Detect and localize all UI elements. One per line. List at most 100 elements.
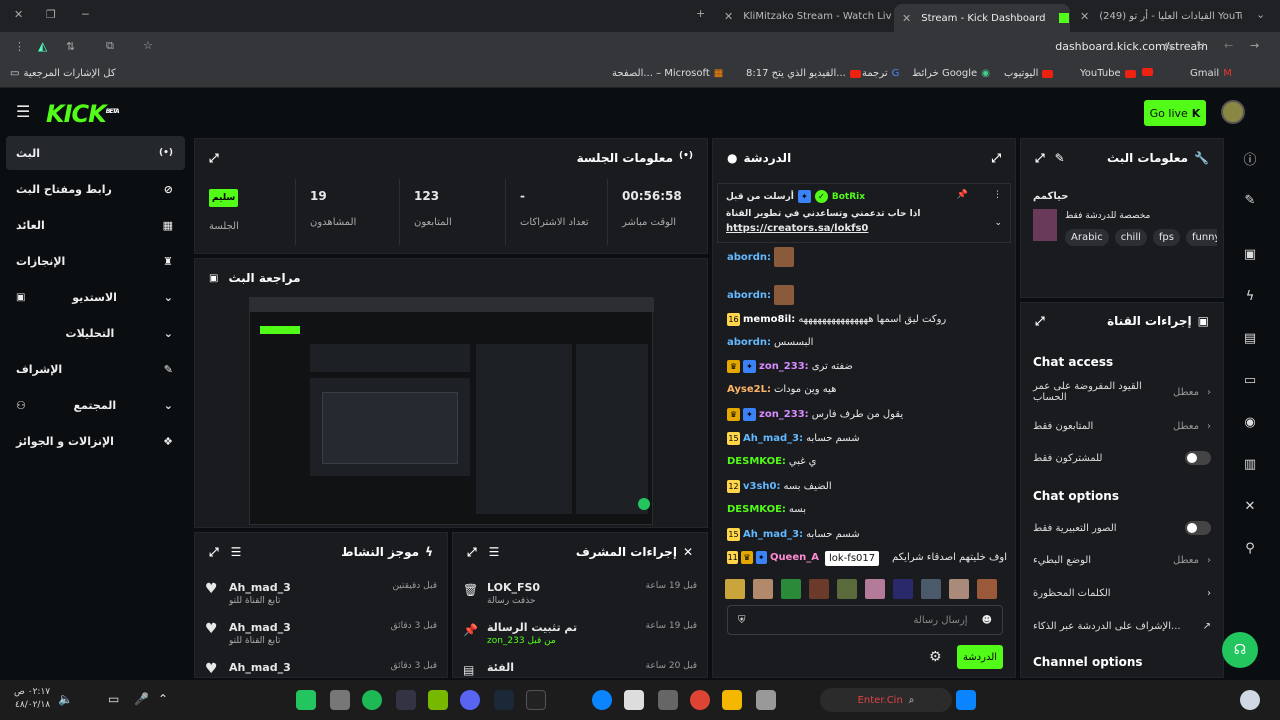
chat-user[interactable]: Ayse2L: (727, 384, 771, 395)
chat-user[interactable]: v3sh0: (743, 481, 781, 492)
app-icon[interactable] (658, 690, 678, 710)
support-headset-icon[interactable]: ☊ (1222, 632, 1258, 668)
network-icon[interactable]: ▭ (108, 692, 119, 706)
followers-only-setting[interactable]: المتابعون فقط معطل › (1033, 415, 1211, 437)
notes-icon[interactable]: ▤ (1236, 324, 1264, 352)
new-tab-icon[interactable]: + (696, 8, 705, 19)
emote-icon[interactable] (949, 579, 969, 599)
restore-icon[interactable]: ❐ (46, 9, 56, 20)
edit-icon[interactable]: ✎ (1236, 186, 1264, 214)
app-icon[interactable] (526, 690, 546, 710)
close-tab-icon[interactable]: ✕ (1080, 11, 1089, 22)
bookmark-youtube-ar[interactable]: اليوتيوب (1004, 68, 1054, 79)
popout-icon[interactable]: ⤢ (1035, 151, 1045, 166)
go-live-button[interactable]: Go live K (1144, 100, 1206, 126)
filter-icon[interactable]: ☰ (489, 545, 500, 560)
chat-user[interactable]: DESMKOE: (727, 456, 786, 467)
chat-user[interactable]: Ah_mad_3: (743, 529, 803, 540)
sidebar-item-analytics[interactable]: التحليلات ⌄ (6, 316, 185, 350)
extension-icon[interactable]: ◭ (38, 40, 47, 52)
chat-user[interactable]: abordn: (727, 290, 771, 301)
menu-icon[interactable]: ⋮ (14, 41, 25, 52)
chat-user[interactable]: Ah_mad_3: (743, 433, 803, 444)
avatar[interactable] (1221, 100, 1245, 124)
popout-icon[interactable]: ⤢ (209, 151, 219, 166)
pinned-link[interactable]: https://creators.sa/lokfs0 (726, 223, 1002, 234)
tune-icon[interactable]: ⇅ (66, 41, 75, 52)
sidebar-item-moderation[interactable]: الإشراف ✎ (6, 352, 185, 386)
bookmark-maps[interactable]: خرائط Google ◉ (912, 68, 990, 79)
weather-icon[interactable] (1240, 690, 1260, 710)
edge-icon[interactable] (592, 690, 612, 710)
emoji-icon[interactable]: ☻ (982, 615, 992, 626)
chevron-down-icon[interactable]: ⌄ (994, 218, 1002, 228)
chat-user[interactable]: abordn: (727, 252, 771, 263)
bookmark-youtube-small[interactable] (1142, 68, 1153, 76)
slow-mode-setting[interactable]: الوضع البطيء معطل › (1033, 549, 1211, 571)
popout-icon[interactable]: ⤢ (467, 545, 477, 560)
taskbar-search[interactable]: Enter.Cin ⌕ (820, 688, 952, 712)
chevron-up-icon[interactable]: ⌃ (158, 692, 168, 706)
pin-icon[interactable]: 📌 (957, 190, 968, 200)
minimize-icon[interactable]: ─ (82, 9, 89, 20)
emote-icon[interactable] (837, 579, 857, 599)
more-icon[interactable]: ⋮ (993, 190, 1002, 200)
hamburger-menu-icon[interactable]: ☰ (16, 104, 30, 120)
tag-chip[interactable]: chill (1114, 229, 1147, 246)
tab-kick-dashboard[interactable]: ✕ Stream - Kick Dashboard (894, 4, 1070, 32)
bookmark-star-icon[interactable]: ☆ (143, 40, 153, 51)
emote-icon[interactable] (977, 579, 997, 599)
tag-chip[interactable]: fps (1152, 229, 1180, 246)
mic-icon[interactable]: 🎤 (134, 692, 149, 706)
bookmark-video[interactable]: 8:17 الفيديو الذي يتح... (746, 68, 861, 79)
app-icon[interactable] (296, 690, 316, 710)
wrench-icon[interactable]: ✕ (1236, 492, 1264, 520)
popout-icon[interactable]: ⤢ (991, 151, 1001, 166)
chat-settings-gear-icon[interactable]: ⚙ (929, 649, 942, 665)
sidebar-item-drops[interactable]: الإنزالات و الجوائز ❖ (6, 424, 185, 458)
layout-icon[interactable]: ▥ (1236, 450, 1264, 478)
camera-icon[interactable]: ▣ (1236, 240, 1264, 268)
popout-icon[interactable]: ⤢ (1035, 314, 1045, 329)
discord-icon[interactable] (460, 690, 480, 710)
reload-icon[interactable]: ↻ (1196, 40, 1205, 51)
emote-icon[interactable] (865, 579, 885, 599)
emotes-only-toggle[interactable] (1185, 521, 1211, 535)
emote-icon[interactable] (753, 579, 773, 599)
nvidia-icon[interactable] (428, 690, 448, 710)
stream-preview-video[interactable] (249, 297, 654, 525)
tab-youtube[interactable]: ✕ (249) القيادات العليا - أر تو YouTube (1072, 4, 1242, 28)
spotify-icon[interactable] (362, 690, 382, 710)
account-age-setting[interactable]: القيود المفروضة على عمر الحساب معطل › (1033, 381, 1211, 403)
chrome-icon[interactable] (690, 690, 710, 710)
tab-klimitzako[interactable]: ✕ KliMitzako Stream - Watch Live (716, 4, 892, 28)
sidebar-item-studio[interactable]: ▣ الاستديو ⌄ (6, 280, 185, 314)
chat-user[interactable]: zon_233: (759, 409, 809, 420)
broadcast-icon[interactable]: ◉ (1236, 408, 1264, 436)
close-tab-icon[interactable]: ✕ (902, 13, 911, 24)
bolt-icon[interactable]: ϟ (1236, 282, 1264, 310)
ai-moderation-setting[interactable]: الإشراف على الدردشة عبر الذكاء... ↗ (1033, 615, 1211, 637)
chat-icon[interactable]: ▭ (1236, 366, 1264, 394)
sidebar-item-stream-key[interactable]: رابط ومفتاح البث ⊘ (6, 172, 185, 206)
steam-icon[interactable] (494, 690, 514, 710)
emote-icon[interactable] (921, 579, 941, 599)
emote-icon[interactable] (781, 579, 801, 599)
sidebar-item-achievements[interactable]: الإنجازات ♜ (6, 244, 185, 278)
chat-user[interactable]: memo8il: (743, 314, 795, 325)
store-icon[interactable] (624, 690, 644, 710)
app-icon[interactable] (756, 690, 776, 710)
bookmark-youtube[interactable]: YouTube (1080, 68, 1136, 79)
chat-user[interactable]: DESMKOE: (727, 504, 786, 515)
forward-icon[interactable]: ← (1224, 40, 1233, 51)
chat-user[interactable]: Queen_A (770, 552, 819, 563)
bookmark-gmail[interactable]: Gmail M (1190, 68, 1232, 79)
share-icon[interactable]: ⚲ (1236, 534, 1264, 562)
extensions-icon[interactable]: ⧉ (106, 40, 114, 51)
sidebar-item-stream[interactable]: البث (•) (6, 136, 185, 170)
kick-logo[interactable]: KICKBETA (46, 100, 120, 128)
clock[interactable]: ٠٢:١٧ ص ٤٨/٠٢/١٨ (14, 686, 50, 712)
file-explorer-icon[interactable] (722, 690, 742, 710)
close-tab-icon[interactable]: ✕ (724, 11, 733, 22)
chat-send-button[interactable]: الدردشة (957, 645, 1003, 669)
